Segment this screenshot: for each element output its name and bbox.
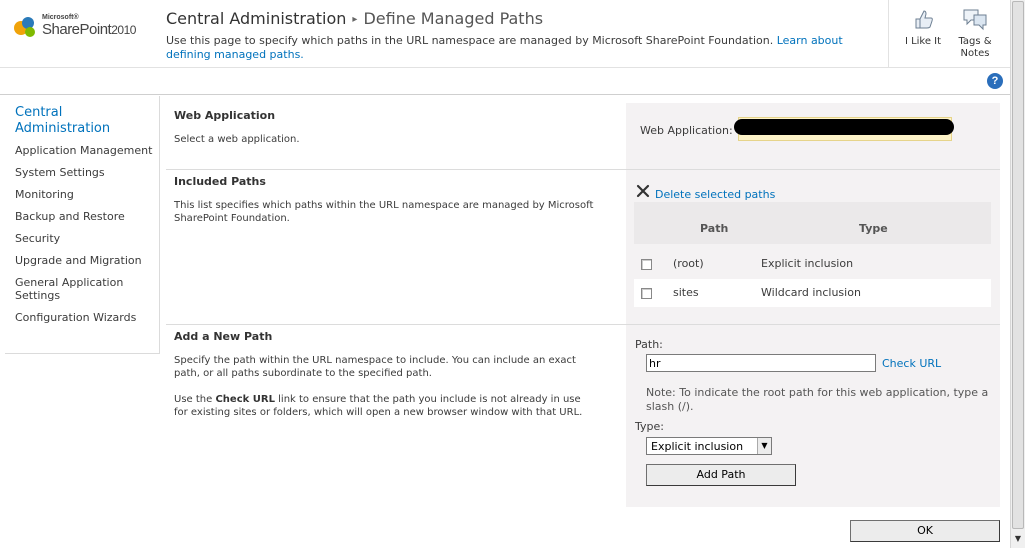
- scroll-down-arrow-icon[interactable]: ▼: [1012, 532, 1024, 546]
- tags-label-line-1: Tags &: [958, 36, 992, 47]
- table-row: (root) Explicit inclusion: [634, 250, 991, 278]
- type-dropdown-value: Explicit inclusion: [651, 440, 744, 453]
- social-toolbar: I Like It Tags & Notes: [888, 0, 1010, 68]
- root-path-note: Note: To indicate the root path for this…: [646, 386, 989, 413]
- i-like-it-button[interactable]: I Like It: [897, 6, 949, 48]
- add-new-path-section-title: Add a New Path: [174, 330, 273, 343]
- left-navigation: Central Administration Application Manag…: [5, 96, 160, 354]
- breadcrumb-current: Define Managed Paths: [363, 9, 544, 28]
- check-url-link[interactable]: Check URL: [882, 357, 941, 370]
- add-new-path-check-url-description: Use the Check URL link to ensure that th…: [174, 393, 584, 419]
- section-divider: [166, 169, 1000, 170]
- logo-microsoft-text: Microsoft®: [42, 14, 79, 21]
- breadcrumb-central-admin[interactable]: Central Administration: [166, 9, 346, 28]
- logo-product-name: SharePoint: [42, 21, 112, 38]
- nav-upgrade-and-migration[interactable]: Upgrade and Migration: [15, 254, 142, 267]
- type-label: Type:: [635, 420, 664, 433]
- row-checkbox[interactable]: [641, 259, 652, 270]
- nav-security[interactable]: Security: [15, 232, 60, 245]
- title-area: Central Administration ▸ Define Managed Pa…: [166, 9, 886, 62]
- column-header-path[interactable]: Path: [700, 222, 728, 235]
- check-url-desc-pre: Use the: [174, 394, 216, 405]
- thumbs-up-icon: [915, 10, 933, 29]
- path-label: Path:: [635, 338, 663, 351]
- row-type: Wildcard inclusion: [761, 286, 861, 299]
- table-row: sites Wildcard inclusion: [634, 279, 991, 307]
- page-header: Microsoft® SharePoint2010 Central Admini…: [0, 0, 1010, 68]
- column-header-type[interactable]: Type: [859, 222, 888, 235]
- nav-system-settings[interactable]: System Settings: [15, 166, 105, 179]
- row-path: (root): [673, 257, 704, 270]
- web-application-section-description: Select a web application.: [174, 134, 300, 145]
- tags-label-line-2: Notes: [960, 48, 990, 59]
- logo-product-text: SharePoint2010: [42, 21, 136, 38]
- row-type: Explicit inclusion: [761, 257, 854, 270]
- nav-general-application-settings[interactable]: General Application: [15, 276, 123, 289]
- header-divider: [0, 94, 1010, 95]
- row-path: sites: [673, 286, 699, 299]
- redacted-web-application-name: [734, 119, 954, 135]
- add-path-button[interactable]: Add Path: [646, 464, 796, 486]
- tags-notes-button[interactable]: Tags & Notes: [949, 6, 1001, 60]
- ok-button[interactable]: OK: [850, 520, 1000, 542]
- help-icon[interactable]: ?: [987, 73, 1003, 89]
- included-paths-section-description: This list specifies which paths within t…: [174, 200, 594, 224]
- page-title: Central Administration ▸ Define Managed Pa…: [166, 9, 886, 28]
- delete-x-icon[interactable]: [636, 184, 650, 198]
- nav-central-administration[interactable]: Central Administration: [15, 105, 155, 137]
- logo-year: 2010: [111, 23, 136, 37]
- included-paths-table: Path Type (root) Explicit inclusion site…: [634, 202, 991, 308]
- included-paths-section-title: Included Paths: [174, 175, 266, 188]
- nav-general-application-settings-line-2[interactable]: Settings: [15, 289, 60, 302]
- nav-application-management[interactable]: Application Management: [15, 144, 152, 157]
- section-divider: [166, 324, 1000, 325]
- row-checkbox[interactable]: [641, 288, 652, 299]
- vertical-scrollbar[interactable]: ▼: [1010, 0, 1025, 548]
- scrollbar-thumb[interactable]: [1012, 1, 1024, 529]
- web-application-label: Web Application:: [640, 124, 733, 137]
- nav-configuration-wizards[interactable]: Configuration Wizards: [15, 311, 136, 324]
- tags-notes-icon: [963, 9, 987, 31]
- check-url-desc-bold: Check URL: [215, 394, 275, 405]
- i-like-it-label: I Like It: [904, 36, 942, 47]
- page-description: Use this page to specify which paths in …: [166, 34, 886, 62]
- nav-monitoring[interactable]: Monitoring: [15, 188, 74, 201]
- web-application-section-title: Web Application: [174, 109, 276, 122]
- sharepoint-logo-icon: [14, 17, 35, 37]
- table-header: Path Type: [634, 202, 991, 244]
- nav-backup-and-restore[interactable]: Backup and Restore: [15, 210, 125, 223]
- nav-heading-line-2: Administration: [15, 121, 111, 136]
- sharepoint-logo[interactable]: Microsoft® SharePoint2010: [12, 12, 160, 44]
- nav-heading-line-1: Central: [15, 105, 63, 120]
- add-new-path-description: Specify the path within the URL namespac…: [174, 355, 576, 379]
- delete-selected-paths-link[interactable]: Delete selected paths: [655, 188, 775, 201]
- path-input[interactable]: [646, 354, 876, 372]
- breadcrumb-separator-icon: ▸: [352, 14, 358, 25]
- page-description-text: Use this page to specify which paths in …: [166, 34, 774, 47]
- chevron-down-icon[interactable]: ▼: [757, 438, 771, 454]
- type-dropdown[interactable]: Explicit inclusion ▼: [646, 437, 772, 455]
